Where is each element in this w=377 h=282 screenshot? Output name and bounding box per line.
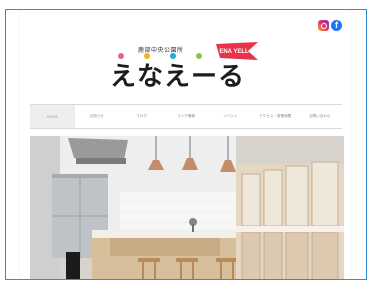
kitchen-photo: [30, 136, 344, 279]
nav-home[interactable]: HOME: [30, 105, 75, 128]
nav-access[interactable]: アクセス・営業時間: [253, 105, 298, 128]
nav-contact[interactable]: お問い合わせ: [297, 105, 342, 128]
social-links: f: [318, 20, 342, 31]
nav-blog[interactable]: ブログ: [119, 105, 164, 128]
site-logo[interactable]: 鹿部中央公園所 ENA YELL えなえーる: [100, 34, 290, 102]
nav-news[interactable]: お知らせ: [75, 105, 120, 128]
flag-text: ENA YELL: [219, 49, 249, 55]
instagram-icon[interactable]: [318, 20, 329, 31]
facebook-icon[interactable]: f: [331, 20, 342, 31]
nav-event[interactable]: イベント: [208, 105, 253, 128]
logo-wordmark: えなえーる: [110, 62, 246, 92]
hero-image: [30, 136, 344, 279]
main-nav: HOME お知らせ ブログ ランチ情報 イベント アクセス・営業時間 お問い合わ…: [30, 104, 342, 129]
nav-lunch[interactable]: ランチ情報: [164, 105, 209, 128]
page-container: f 鹿部中央公園所 ENA YELL えなえーる HOME お知らせ ブログ ラ…: [20, 10, 350, 279]
browser-frame: f 鹿部中央公園所 ENA YELL えなえーる HOME お知らせ ブログ ラ…: [5, 9, 367, 280]
